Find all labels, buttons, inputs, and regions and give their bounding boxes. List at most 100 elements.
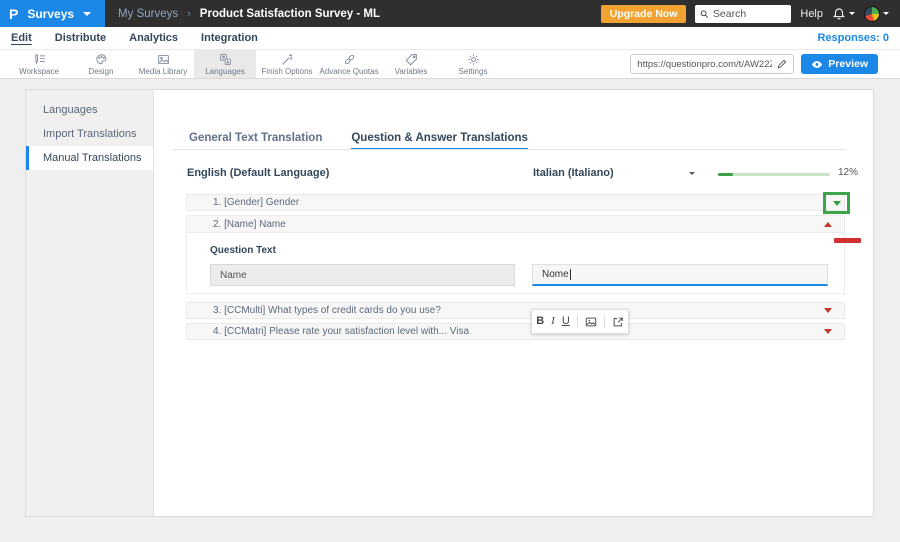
tool-label: Settings bbox=[458, 66, 488, 76]
tool-label: Advance Quotas bbox=[319, 66, 379, 76]
question-row-ccmatri[interactable]: 4. [CCMatri] Please rate your satisfacti… bbox=[186, 323, 845, 340]
global-search[interactable] bbox=[695, 4, 792, 23]
tab-general-text-translation[interactable]: General Text Translation bbox=[189, 132, 322, 150]
italic-button[interactable]: I bbox=[551, 316, 555, 327]
breadcrumb-separator: › bbox=[187, 7, 191, 20]
target-language-label: Italian (Italiano) bbox=[533, 167, 614, 179]
chevron-down-icon bbox=[83, 11, 92, 16]
tool-variables[interactable]: Variables bbox=[380, 50, 442, 78]
tool-label: Workspace bbox=[19, 66, 59, 76]
survey-url: https://questionpro.com/t/AW22Zd1S1 bbox=[637, 58, 772, 70]
question-row-ccmulti[interactable]: 3. [CCMulti] What types of credit cards … bbox=[186, 302, 845, 319]
chevron-down-icon bbox=[883, 12, 889, 15]
question-label: 4. [CCMatri] Please rate your satisfacti… bbox=[213, 326, 470, 337]
chevron-down-icon bbox=[849, 12, 855, 15]
subnav-item-distribute[interactable]: Distribute bbox=[55, 32, 106, 44]
tool-media-library[interactable]: Media Library bbox=[132, 50, 194, 78]
underline-button[interactable]: U bbox=[562, 316, 570, 327]
survey-url-field[interactable]: https://questionpro.com/t/AW22Zd1S1 bbox=[630, 54, 795, 74]
question-label: 2. [Name] Name bbox=[213, 218, 286, 230]
search-input[interactable] bbox=[712, 7, 787, 20]
source-text-value: Name bbox=[220, 269, 247, 281]
notifications-button[interactable] bbox=[832, 7, 855, 21]
subnav-item-integration[interactable]: Integration bbox=[201, 32, 258, 44]
annotation-red-underline bbox=[834, 238, 861, 243]
tool-label: Finish Options bbox=[261, 66, 313, 76]
target-text-input[interactable]: Nome bbox=[532, 264, 828, 286]
upgrade-now-button[interactable]: Upgrade Now bbox=[600, 4, 687, 23]
workspace-icon bbox=[34, 54, 45, 64]
toolbar-divider bbox=[576, 315, 578, 328]
tool-label: Languages bbox=[205, 66, 245, 76]
product-menu-label: Surveys bbox=[27, 6, 75, 21]
finish-options-icon bbox=[281, 53, 292, 65]
subnav-item-edit[interactable]: Edit bbox=[11, 32, 32, 44]
settings-icon bbox=[467, 53, 479, 65]
subnav-item-analytics[interactable]: Analytics bbox=[129, 32, 178, 44]
expand-caret-icon[interactable] bbox=[824, 329, 832, 334]
target-text-value: Nome bbox=[542, 269, 569, 280]
avatar bbox=[864, 5, 880, 22]
progress-fill bbox=[718, 173, 733, 176]
translation-tabs: General Text Translation Question & Answ… bbox=[189, 132, 528, 150]
question-list: 1. [Gender] Gender 2. [Name] Name Questi… bbox=[186, 192, 861, 344]
breadcrumb-parent[interactable]: My Surveys bbox=[118, 8, 178, 20]
tool-settings[interactable]: Settings bbox=[442, 50, 504, 78]
chevron-down-icon bbox=[689, 171, 695, 175]
question-row-gender[interactable]: 1. [Gender] Gender bbox=[186, 192, 850, 214]
media-library-icon bbox=[157, 54, 169, 64]
responses-count[interactable]: Responses: 0 bbox=[817, 32, 889, 44]
preview-button[interactable]: Preview bbox=[801, 54, 878, 74]
expand-caret-icon[interactable] bbox=[832, 200, 841, 206]
tab-question-answer-translations[interactable]: Question & Answer Translations bbox=[351, 132, 528, 150]
edit-toolbar: Workspace Design Media Library Languages… bbox=[0, 50, 900, 79]
toolbar-divider bbox=[603, 315, 605, 328]
translations-sidebar: Languages Import Translations Manual Tra… bbox=[26, 90, 154, 516]
insert-image-button[interactable] bbox=[585, 316, 597, 328]
design-icon bbox=[95, 53, 107, 64]
sidebar-item-import-translations[interactable]: Import Translations bbox=[26, 122, 153, 146]
translation-progress-bar bbox=[718, 173, 830, 176]
question-text-label: Question Text bbox=[210, 245, 276, 256]
variables-icon bbox=[405, 53, 417, 65]
tool-label: Media Library bbox=[138, 66, 188, 76]
advance-quotas-icon bbox=[344, 54, 354, 64]
tool-languages[interactable]: Languages bbox=[194, 50, 256, 78]
question-row-name[interactable]: 2. [Name] Name bbox=[187, 216, 844, 233]
tabs-divider bbox=[173, 149, 846, 150]
tool-label: Design bbox=[88, 66, 114, 76]
tool-workspace[interactable]: Workspace bbox=[8, 50, 70, 78]
question-label: 3. [CCMulti] What types of credit cards … bbox=[213, 305, 441, 316]
source-text-field: Name bbox=[210, 264, 515, 286]
tool-finish-options[interactable]: Finish Options bbox=[256, 50, 318, 78]
bold-button[interactable]: B bbox=[536, 316, 544, 327]
sidebar-item-languages[interactable]: Languages bbox=[26, 98, 153, 122]
question-group-name: 2. [Name] Name Question Text Name Nome B… bbox=[186, 215, 845, 334]
collapse-caret-icon[interactable] bbox=[824, 221, 832, 227]
annotation-highlight-box bbox=[823, 192, 850, 214]
product-switcher[interactable]: P Surveys bbox=[0, 0, 106, 27]
format-toolbar: B I U bbox=[531, 309, 629, 334]
bell-icon bbox=[833, 7, 845, 19]
account-menu[interactable] bbox=[864, 5, 889, 22]
target-language-select[interactable]: Italian (Italiano) bbox=[533, 167, 695, 179]
breadcrumb: My Surveys › Product Satisfaction Survey… bbox=[118, 8, 380, 20]
top-navbar: P Surveys My Surveys › Product Satisfact… bbox=[0, 0, 900, 27]
sidebar-item-manual-translations[interactable]: Manual Translations bbox=[26, 146, 153, 170]
translation-editor: Question Text Name Nome B I U bbox=[187, 233, 844, 334]
edit-pencil-icon[interactable] bbox=[777, 59, 787, 69]
help-link[interactable]: Help bbox=[800, 8, 823, 20]
tool-design[interactable]: Design bbox=[70, 50, 132, 78]
text-cursor bbox=[569, 269, 571, 280]
source-language-label: English (Default Language) bbox=[187, 167, 330, 179]
insert-link-button[interactable] bbox=[612, 316, 624, 328]
progress-percent: 12% bbox=[838, 167, 859, 178]
survey-subnav: Edit Distribute Analytics Integration Re… bbox=[0, 27, 900, 50]
translations-card: Languages Import Translations Manual Tra… bbox=[25, 89, 874, 517]
eye-icon bbox=[812, 60, 823, 68]
survey-title: Product Satisfaction Survey - ML bbox=[199, 7, 380, 20]
search-icon bbox=[701, 9, 709, 18]
questionpro-logo: P bbox=[9, 5, 19, 22]
tool-advance-quotas[interactable]: Advance Quotas bbox=[318, 50, 380, 78]
expand-caret-icon[interactable] bbox=[824, 308, 832, 313]
